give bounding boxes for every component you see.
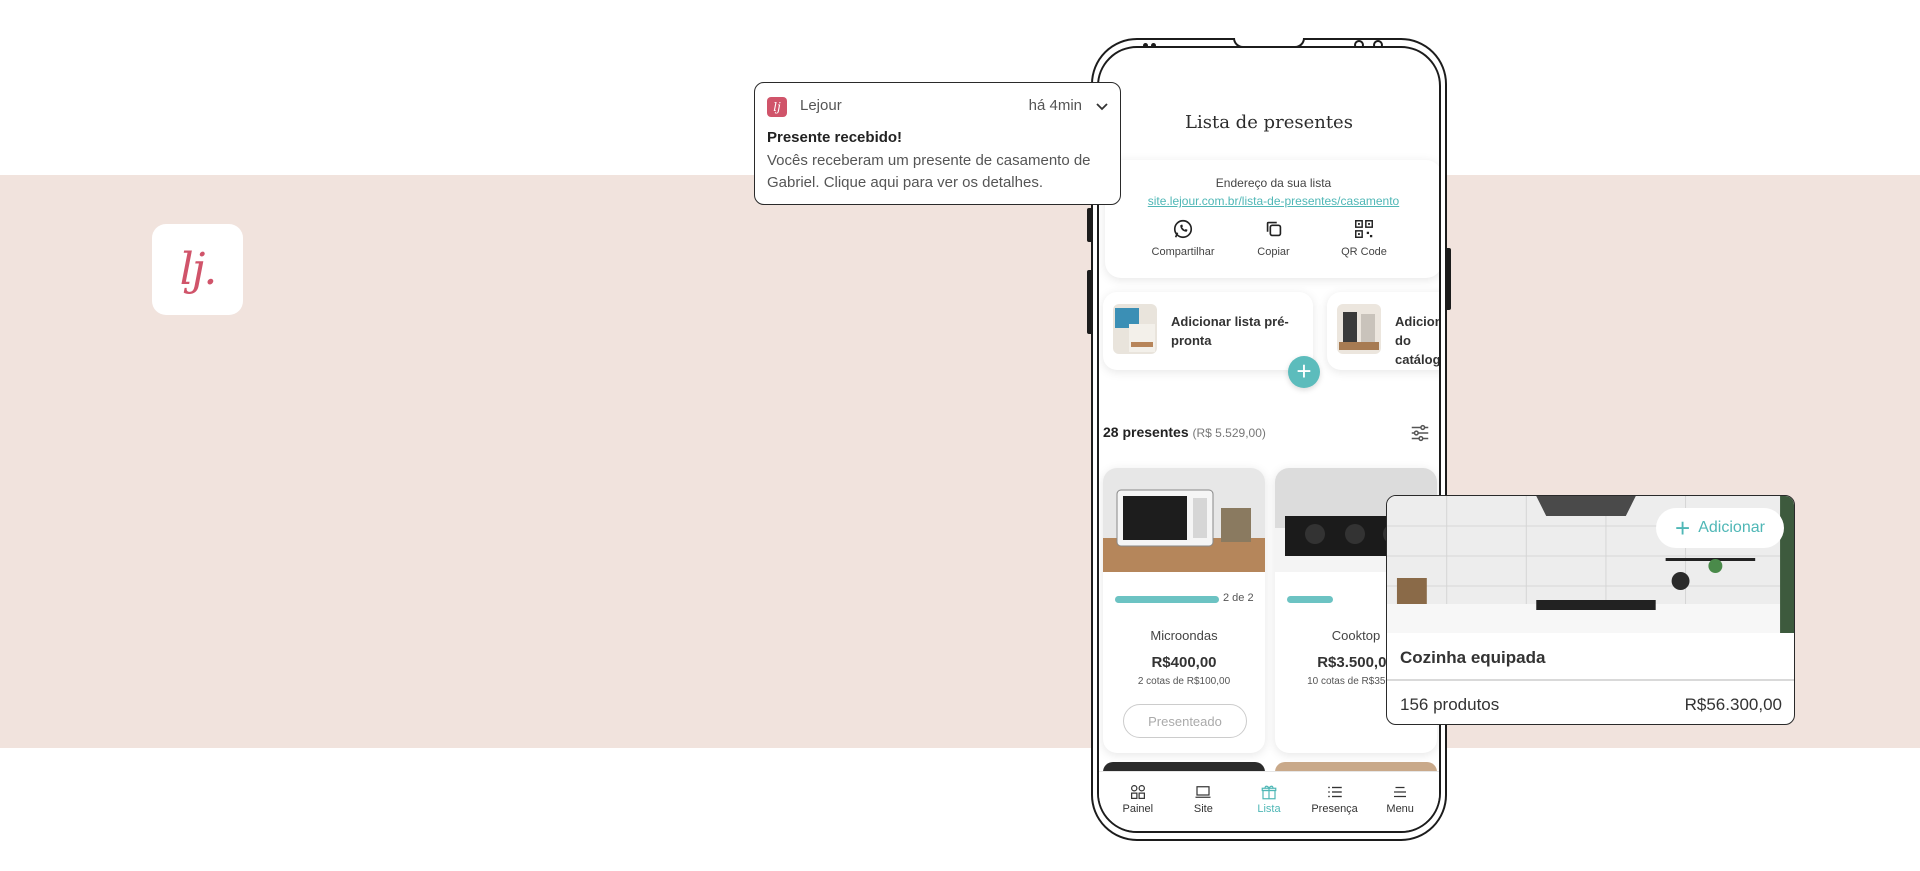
- nav-site[interactable]: Site: [1173, 783, 1233, 815]
- add-ready-list-card[interactable]: Adicionar lista pré-pronta: [1103, 292, 1313, 370]
- share-label: Compartilhar: [1151, 246, 1215, 258]
- copy-icon: [1266, 221, 1281, 237]
- gift-price: R$400,00: [1151, 654, 1217, 671]
- nav-presenca[interactable]: Presença: [1305, 783, 1365, 815]
- nav-label: Menu: [1386, 802, 1414, 815]
- stage: lj. Lista de presentes Endereço da sua l…: [0, 0, 1920, 871]
- logo-mark: lj.: [179, 244, 218, 295]
- collection-card[interactable]: + Adicionar Cozinha equipada 156 produtos…: [1386, 495, 1795, 725]
- screen-title: Lista de presentes: [1185, 112, 1353, 133]
- divider: [1387, 679, 1794, 681]
- gift-name: Microondas: [1150, 628, 1218, 643]
- add-ready-list-label: Adicionar lista pré-pronta: [1171, 314, 1289, 348]
- chevron-down-icon[interactable]: [1094, 99, 1110, 115]
- collection-count: 156 produtos: [1400, 695, 1500, 714]
- lejour-app-icon: lj: [767, 97, 787, 117]
- nav-lista[interactable]: Lista: [1239, 783, 1299, 815]
- notification-time: há 4min: [1028, 97, 1082, 114]
- share-whatsapp-button[interactable]: Compartilhar: [1145, 218, 1221, 258]
- collection-title: Cozinha equipada: [1400, 648, 1546, 667]
- gift-card-microondas[interactable]: 2 de 2 Microondas R$400,00 2 cotas de R$…: [1103, 468, 1265, 753]
- catalog-thumbnail: [1337, 304, 1381, 354]
- bottom-nav: Painel Site Lista Presença Menu: [1099, 771, 1439, 831]
- notification-title: Presente recebido!: [767, 129, 903, 146]
- nav-label: Painel: [1122, 802, 1154, 815]
- microwave-image: [1103, 468, 1265, 572]
- progress-fill: [1287, 596, 1334, 603]
- share-actions: Compartilhar Copiar QR Code: [1145, 218, 1402, 258]
- add-label: Adicionar: [1698, 519, 1765, 536]
- copy-button[interactable]: Copiar: [1236, 218, 1312, 258]
- gift-quota: 2 cotas de R$100,00: [1137, 676, 1231, 687]
- gift-progress-text: 2 de 2: [1223, 592, 1254, 604]
- qr-code-button[interactable]: QR Code: [1326, 218, 1402, 258]
- ready-list-thumbnail: [1113, 304, 1157, 354]
- notification-body: Vocês receberam um presente de casamento…: [767, 152, 1091, 191]
- plus-icon: +: [1675, 513, 1691, 543]
- laptop-icon: [1195, 785, 1211, 798]
- gift-summary: 28 presentes (R$ 5.529,00): [1103, 424, 1266, 440]
- nav-label: Site: [1193, 802, 1213, 815]
- nav-menu[interactable]: Menu: [1370, 783, 1430, 815]
- menu-icon: [1394, 786, 1407, 797]
- qr-label: QR Code: [1341, 246, 1387, 258]
- gift-icon: [1261, 785, 1277, 799]
- address-label: Endereço da sua lista: [1215, 176, 1332, 190]
- notification-app-name: Lejour: [800, 97, 842, 114]
- gifted-button[interactable]: Presenteado: [1123, 704, 1247, 738]
- gift-total: (R$ 5.529,00): [1192, 426, 1266, 440]
- progress-fill: [1115, 596, 1219, 603]
- address-link[interactable]: site.lejour.com.br/lista-de-presentes/ca…: [1105, 194, 1439, 208]
- nav-label: Presença: [1311, 802, 1358, 815]
- add-fab-button[interactable]: +: [1288, 356, 1320, 388]
- gift-progress-bar: [1115, 596, 1219, 603]
- gift-count: 28 presentes: [1103, 424, 1189, 440]
- whatsapp-icon: [1173, 219, 1193, 239]
- nav-painel[interactable]: Painel: [1108, 783, 1168, 815]
- collection-price: R$56.300,00: [1684, 695, 1782, 714]
- copy-label: Copiar: [1257, 246, 1290, 258]
- qr-code-icon: [1355, 220, 1373, 238]
- list-address-card: Endereço da sua lista site.lejour.com.br…: [1105, 160, 1439, 278]
- add-catalog-card[interactable]: Adicionar do catálogo: [1327, 292, 1441, 370]
- nav-label: Lista: [1257, 802, 1281, 815]
- phone-notch: [1233, 38, 1305, 48]
- push-notification[interactable]: lj Lejour há 4min Presente recebido! Voc…: [754, 82, 1121, 205]
- add-catalog-label: Adicionar do catálogo: [1395, 314, 1441, 367]
- lejour-logo: lj.: [152, 224, 243, 315]
- filter-icon[interactable]: [1409, 422, 1431, 444]
- grid-icon: [1130, 784, 1145, 799]
- add-collection-button[interactable]: + Adicionar: [1656, 508, 1784, 548]
- list-icon: [1327, 786, 1342, 797]
